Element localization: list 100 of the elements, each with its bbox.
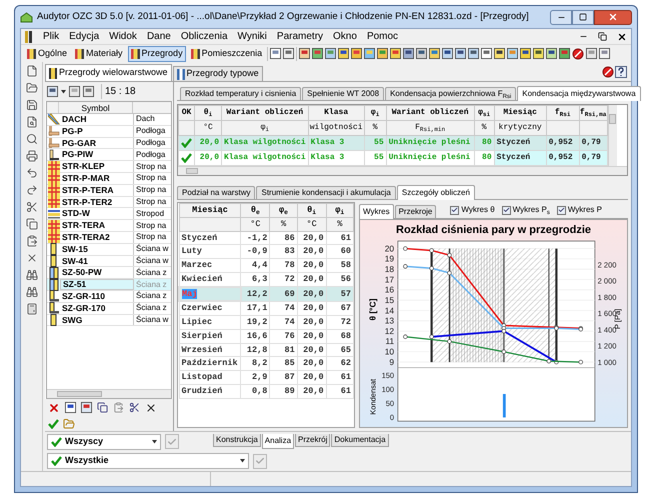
table-row[interactable]: Maj 12,2 69 20,0 57 <box>179 286 354 302</box>
table-row[interactable]: Luty -0,9 83 20,0 60 <box>179 244 354 258</box>
list-row[interactable]: PG-P Podłoga <box>47 126 171 138</box>
tab[interactable]: Rozkład temperatury i cisnienia <box>180 87 302 100</box>
restore-icon[interactable] <box>598 32 607 41</box>
table-row[interactable]: Wrzesień 12,8 81 20,0 65 <box>179 343 354 357</box>
tab[interactable]: Przegrody wielowarstwowe <box>45 64 172 81</box>
toolbar-button[interactable]: Ogólne <box>24 46 70 62</box>
copy-icon[interactable] <box>26 218 38 230</box>
list-row[interactable]: STR-P-TER2 Strop na <box>47 196 171 208</box>
close-button[interactable] <box>594 10 632 24</box>
tab[interactable]: Kondensacja międzywarstwowa <box>517 86 641 101</box>
list-row[interactable]: SZ-51 Ściana z <box>47 279 171 291</box>
tab[interactable]: Przegrody typowe <box>172 66 263 81</box>
ceiling-icon <box>48 231 60 244</box>
menu-item[interactable]: Obliczenia <box>180 29 228 44</box>
scissors-icon[interactable] <box>129 402 140 413</box>
menu-item[interactable]: Parametry <box>276 29 324 44</box>
stop-icon[interactable] <box>572 48 584 60</box>
menu-item[interactable]: Pomoc <box>366 29 398 44</box>
checkbox[interactable] <box>556 206 566 214</box>
stop-icon[interactable] <box>602 66 614 78</box>
tab[interactable]: Kondensacja powierzchniowa F$_{Rsi}$ <box>385 87 516 100</box>
list-row[interactable]: SWG Ściana w <box>47 314 171 326</box>
table-row[interactable]: Kwiecień 6,3 72 20,0 56 <box>179 272 354 286</box>
menu-item[interactable]: Plik <box>43 29 60 44</box>
toolbar-button[interactable]: Pomieszczenia <box>188 46 266 62</box>
tab[interactable]: Dokumentacja <box>331 434 389 447</box>
list-row[interactable]: STR-P-TERA Strop na <box>47 184 171 197</box>
table-row[interactable]: Listopad 2,9 87 20,0 61 <box>179 370 354 384</box>
table-cell: Lipiec <box>179 316 241 330</box>
table-row[interactable]: Lipiec 19,2 74 20,0 72 <box>179 316 354 330</box>
list-row[interactable]: SW-15 Ściana w <box>47 244 171 256</box>
menu-item[interactable]: Edycja <box>69 29 100 44</box>
maximize-button[interactable] <box>572 10 594 24</box>
undo-icon[interactable] <box>26 167 38 179</box>
redo-icon[interactable] <box>26 184 38 196</box>
calculator-icon[interactable] <box>26 303 38 315</box>
delete-icon[interactable] <box>48 402 60 414</box>
table-row[interactable]: 20,0 Klasa wilgotności Klasa 3 55 Uniknięcie pleśni 80 Styczeń 0,952 0,79 <box>178 150 608 166</box>
table-row[interactable]: Październik 8,2 85 20,0 62 <box>179 356 354 370</box>
file-search-icon[interactable] <box>26 116 38 128</box>
table-row[interactable]: Styczeń -1,2 86 20,0 61 <box>179 231 354 245</box>
tab[interactable]: Spełnienie WT 2008 <box>302 87 384 100</box>
file-icon[interactable] <box>26 65 38 77</box>
toolbar-button[interactable]: Materiały <box>72 46 126 62</box>
checkbox[interactable] <box>502 206 511 214</box>
menu-item[interactable]: Wyniki <box>238 29 267 44</box>
menu-item[interactable]: Widok <box>109 29 137 44</box>
table-row[interactable]: Sierpień 16,6 76 20,0 68 <box>179 329 354 343</box>
tab[interactable]: Podział na warstwy <box>177 186 256 199</box>
list-row[interactable]: STR-P-MAR Strop na <box>47 172 171 185</box>
save-icon[interactable] <box>26 99 38 111</box>
table-row[interactable]: Marzec 4,4 78 20,0 58 <box>179 258 354 272</box>
list-row[interactable]: STR-TERA2 Strop na <box>47 232 171 244</box>
scissors-icon[interactable] <box>26 201 38 213</box>
check-icon[interactable] <box>48 418 59 428</box>
list-row[interactable]: SZ-50-PW Ściana z <box>47 267 171 280</box>
table-row[interactable]: 20,0 Klasa wilgotności Klasa 3 55 Uniknięcie pleśni 80 Styczeń 0,952 0,79 <box>178 136 608 150</box>
axis-tick-label: 1 600 <box>597 308 616 318</box>
folder-icon[interactable] <box>26 82 38 94</box>
tab[interactable]: Przekrój <box>295 434 330 447</box>
horizontal-scrollbar[interactable] <box>47 389 171 398</box>
tab[interactable]: Strumienie kondensacji i akumulacja <box>256 186 396 199</box>
list-row[interactable]: STD-W Stropod <box>47 208 171 220</box>
list-row[interactable]: SZ-GR-110 Ściana z <box>47 290 171 303</box>
table-cell-text: Podłoga <box>135 125 166 138</box>
tab[interactable]: Szczegóły obliczeń <box>396 185 475 200</box>
table-row[interactable]: Czerwiec 17,1 74 20,0 67 <box>179 301 354 316</box>
horizontal-scrollbar[interactable] <box>178 166 627 175</box>
table-row[interactable]: Grudzień 0,8 89 20,0 61 <box>179 384 354 398</box>
checkbox[interactable] <box>450 206 460 214</box>
help-icon[interactable] <box>615 66 627 78</box>
filter-dropdown[interactable]: Wszyscy <box>47 434 161 450</box>
filter-dropdown[interactable]: Wszystkie <box>47 453 249 469</box>
close-icon[interactable] <box>617 32 627 42</box>
tab[interactable]: Wykres <box>359 204 394 219</box>
wall-icon <box>48 290 60 302</box>
list-row[interactable]: STR-KLEP Strop na <box>47 161 171 173</box>
list-row[interactable]: PG-PIW Podłoga <box>47 149 171 162</box>
toolbar-button[interactable]: Przegrody <box>128 46 186 62</box>
menu-item[interactable]: Okno <box>333 29 357 44</box>
binoculars-icon[interactable] <box>26 286 38 298</box>
list-row[interactable]: PG-GAR Podłoga <box>47 138 171 150</box>
menu-item[interactable]: Dane <box>146 29 171 44</box>
close-icon[interactable] <box>26 252 38 264</box>
tab[interactable]: Analiza <box>262 434 294 449</box>
list-row[interactable]: STR-TERA Strop na <box>47 220 171 232</box>
binoculars-icon[interactable] <box>26 269 38 281</box>
tab[interactable]: Konstrukcja <box>213 434 261 447</box>
close-icon[interactable] <box>145 402 157 414</box>
list-row[interactable]: DACH Dach <box>47 114 171 126</box>
search-icon[interactable] <box>26 133 38 145</box>
tab[interactable]: Przekroje <box>394 205 436 218</box>
caret-icon[interactable] <box>61 90 66 94</box>
list-row[interactable]: SW-41 Ściana w <box>47 256 171 268</box>
copy-icon[interactable] <box>97 402 108 413</box>
paste-icon[interactable] <box>26 235 38 247</box>
list-row[interactable]: SZ-GR-170 Ściana z <box>47 302 171 315</box>
printer-icon[interactable] <box>26 150 38 162</box>
